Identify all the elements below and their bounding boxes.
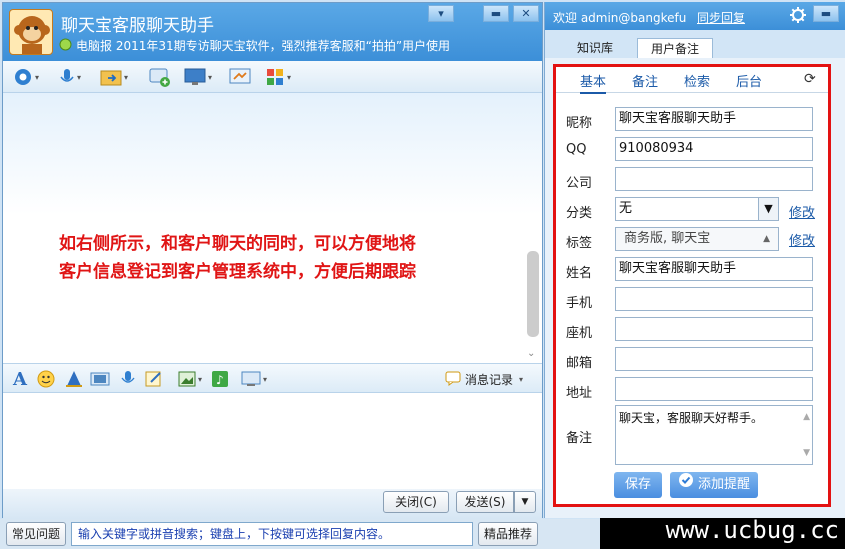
email-label: 邮箱 bbox=[566, 356, 593, 371]
send-options-dropdown[interactable]: ▼ bbox=[514, 491, 536, 513]
chat-window: 聊天宝客服聊天助手 电脑报 2011年31期专访聊天宝软件，强烈推荐客服和“拍拍… bbox=[2, 2, 543, 519]
save-button[interactable]: 保存 bbox=[614, 472, 662, 498]
refresh-icon[interactable]: ⟳ bbox=[804, 71, 816, 87]
message-area: 如右侧所示，和客户聊天的同时，可以方便地将 客户信息登记到客户管理系统中，方便后… bbox=[3, 93, 542, 363]
panel-header: 欢迎 admin@bangkefu 同步回复 ▬ bbox=[545, 2, 845, 30]
tag-value: 商务版, 聊天宝 bbox=[624, 231, 711, 246]
company-label: 公司 bbox=[566, 176, 593, 191]
send-file-icon[interactable]: ▾ bbox=[97, 65, 131, 89]
welcome-text: 欢迎 admin@bangkefu bbox=[553, 11, 687, 25]
category-label: 分类 bbox=[566, 206, 593, 221]
chat-title: 聊天宝客服聊天助手 bbox=[61, 16, 214, 36]
message-line-2: 客户信息登记到客户管理系统中，方便后期跟踪 bbox=[59, 262, 416, 282]
chevron-down-icon[interactable]: ▼ bbox=[758, 198, 778, 220]
category-value: 无 bbox=[619, 201, 633, 216]
chevron-down-icon: ▾ bbox=[519, 375, 524, 384]
add-reminder-label: 添加提醒 bbox=[697, 477, 750, 492]
qq-label: QQ bbox=[566, 142, 587, 157]
featured-button[interactable]: 精品推荐 bbox=[478, 522, 538, 546]
address-label: 地址 bbox=[566, 386, 593, 401]
category-select[interactable]: 无 ▼ bbox=[615, 197, 779, 221]
apps-grid-icon[interactable]: ▾ bbox=[261, 65, 295, 89]
video-clip-icon[interactable] bbox=[89, 369, 111, 389]
voice-call-icon[interactable]: ▾ bbox=[53, 65, 87, 89]
category-edit-link[interactable]: 修改 bbox=[789, 202, 815, 221]
format-toolbar: A ▾ ♪ ▾ 消息记录 ▾ bbox=[3, 363, 542, 393]
app-share-icon[interactable] bbox=[223, 65, 257, 89]
mobile-label: 手机 bbox=[566, 296, 593, 311]
message-history-label: 消息记录 bbox=[465, 373, 514, 387]
chat-bottombar: 关闭(C) 发送(S) ▼ bbox=[3, 489, 542, 519]
magic-expression-icon[interactable] bbox=[63, 369, 85, 389]
remote-desktop-icon[interactable]: ▾ bbox=[181, 65, 215, 89]
user-notes-form: 基本 备注 检索 后台 ⟳ 昵称 聊天宝客服聊天助手 QQ 910080934 … bbox=[553, 64, 831, 507]
chevron-up-icon[interactable]: ▲ bbox=[803, 408, 810, 426]
svg-text:♪: ♪ bbox=[216, 373, 224, 387]
tab-user-notes[interactable]: 用户备注 bbox=[637, 38, 713, 58]
tab-knowledge-base[interactable]: 知识库 bbox=[565, 38, 625, 58]
collapse-chevron-icon[interactable]: ⌄ bbox=[527, 348, 535, 359]
message-input[interactable] bbox=[3, 393, 542, 489]
name-field[interactable]: 聊天宝客服聊天助手 bbox=[615, 257, 813, 281]
send-button[interactable]: 发送(S) bbox=[456, 491, 514, 513]
chevron-down-icon[interactable]: ▼ bbox=[803, 444, 810, 462]
note-textarea[interactable]: 聊天宝，客服聊天好帮手。 ▲ ▼ bbox=[615, 405, 813, 465]
voice-message-icon[interactable] bbox=[117, 369, 139, 389]
video-call-icon[interactable]: ▾ bbox=[9, 65, 43, 89]
message-scrollbar[interactable] bbox=[527, 251, 539, 337]
note-icon[interactable] bbox=[143, 369, 165, 389]
chat-titlebar: 聊天宝客服聊天助手 电脑报 2011年31期专访聊天宝软件，强烈推荐客服和“拍拍… bbox=[3, 3, 542, 61]
email-field[interactable] bbox=[615, 347, 813, 371]
faq-button[interactable]: 常见问题 bbox=[6, 522, 66, 546]
panel-tabs: 知识库 用户备注 bbox=[545, 30, 845, 58]
music-icon[interactable]: ♪ bbox=[209, 369, 231, 389]
note-value: 聊天宝，客服聊天好帮手。 bbox=[619, 411, 764, 425]
tag-label: 标签 bbox=[566, 236, 593, 251]
close-button[interactable]: 关闭(C) bbox=[383, 491, 449, 513]
landline-field[interactable] bbox=[615, 317, 813, 341]
form-subtabs: 基本 备注 检索 后台 ⟳ bbox=[556, 67, 828, 94]
chat-toolbar: ▾ ▾ ▾ ▾ ▾ bbox=[3, 61, 542, 93]
quick-reply-search-input[interactable]: 输入关键字或拼音搜索；键盘上，下按键可选择回复内容。 bbox=[71, 522, 473, 546]
company-field[interactable] bbox=[615, 167, 813, 191]
chat-subtitle-text: 电脑报 2011年31期专访聊天宝软件，强烈推荐客服和“拍拍”用户使用 bbox=[76, 39, 451, 53]
minimize-button[interactable]: ▬ bbox=[483, 5, 509, 22]
note-label: 备注 bbox=[566, 431, 593, 446]
subtab-basic[interactable]: 基本 bbox=[580, 71, 607, 94]
tag-edit-link[interactable]: 修改 bbox=[789, 230, 815, 249]
message-line-1: 如右侧所示，和客户聊天的同时，可以方便地将 bbox=[59, 234, 416, 254]
chat-subtitle: 电脑报 2011年31期专访聊天宝软件，强烈推荐客服和“拍拍”用户使用 bbox=[59, 37, 450, 54]
screenshot-icon[interactable]: ▾ bbox=[237, 369, 271, 389]
message-history-button[interactable]: 消息记录 ▾ bbox=[445, 370, 523, 389]
landline-label: 座机 bbox=[566, 326, 593, 341]
subtab-search[interactable]: 检索 bbox=[684, 71, 710, 90]
gear-icon[interactable] bbox=[789, 6, 807, 28]
emoji-icon[interactable] bbox=[35, 369, 57, 389]
qq-field[interactable]: 910080934 bbox=[615, 137, 813, 161]
status-icon bbox=[59, 38, 72, 54]
mobile-field[interactable] bbox=[615, 287, 813, 311]
send-image-icon[interactable]: ▾ bbox=[173, 369, 207, 389]
customer-panel: 欢迎 admin@bangkefu 同步回复 ▬ 知识库 用户备注 基本 备注 … bbox=[544, 2, 845, 518]
nickname-field[interactable]: 聊天宝客服聊天助手 bbox=[615, 107, 813, 131]
address-field[interactable] bbox=[615, 377, 813, 401]
chat-bubble-icon bbox=[445, 370, 461, 389]
subtab-backend[interactable]: 后台 bbox=[736, 71, 762, 90]
add-reminder-button[interactable]: 添加提醒 bbox=[670, 472, 758, 498]
sync-reply-link[interactable]: 同步回复 bbox=[697, 9, 745, 26]
unused-spacer bbox=[459, 5, 479, 22]
close-window-button[interactable]: ✕ bbox=[513, 5, 539, 22]
contact-avatar[interactable] bbox=[9, 9, 53, 55]
tag-field[interactable]: 商务版, 聊天宝 ▲ bbox=[615, 227, 779, 251]
subtab-notes[interactable]: 备注 bbox=[632, 71, 658, 90]
skin-button[interactable]: ▾ bbox=[428, 5, 454, 22]
name-label: 姓名 bbox=[566, 266, 593, 281]
font-icon[interactable]: A bbox=[9, 369, 31, 390]
create-discussion-icon[interactable] bbox=[143, 65, 177, 89]
panel-minimize-button[interactable]: ▬ bbox=[813, 5, 839, 22]
nickname-label: 昵称 bbox=[566, 116, 593, 131]
chevron-up-icon[interactable]: ▲ bbox=[763, 228, 770, 250]
check-circle-icon bbox=[678, 472, 694, 498]
